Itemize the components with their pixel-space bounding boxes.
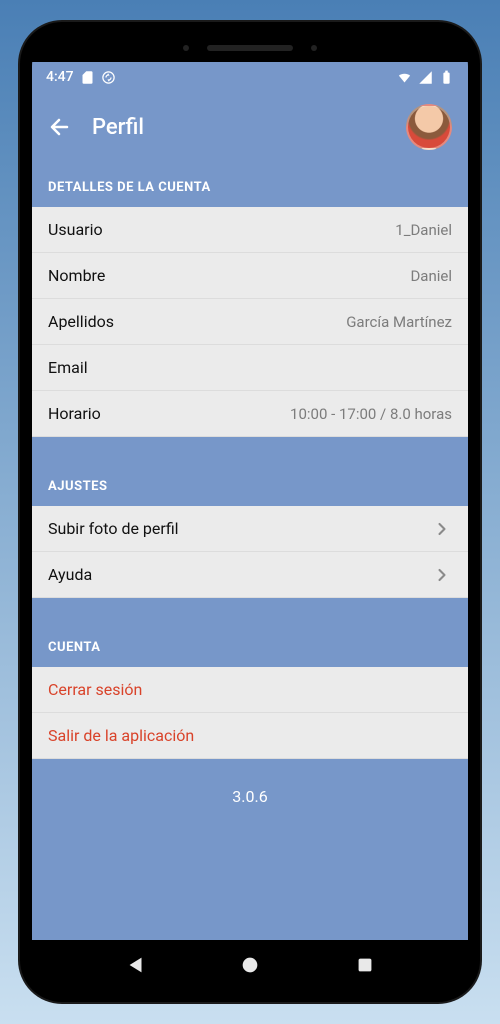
- nav-home-icon[interactable]: [239, 954, 261, 976]
- label-surname: Apellidos: [48, 312, 346, 331]
- row-schedule: Horario 10:00 - 17:00 / 8.0 horas: [32, 391, 468, 437]
- label-user: Usuario: [48, 220, 395, 239]
- row-email: Email: [32, 345, 468, 391]
- value-schedule: 10:00 - 17:00 / 8.0 horas: [290, 405, 452, 423]
- status-time: 4:47: [46, 69, 74, 85]
- section-header-account: CUENTA: [32, 622, 468, 667]
- sd-card-icon: [80, 70, 95, 85]
- status-bar: 4:47: [32, 62, 468, 92]
- row-help[interactable]: Ayuda: [32, 552, 468, 598]
- row-name: Nombre Daniel: [32, 253, 468, 299]
- version-label: 3.0.6: [32, 759, 468, 834]
- sensor-bar: [32, 34, 468, 62]
- back-arrow-icon[interactable]: [48, 115, 72, 139]
- label-help: Ayuda: [48, 565, 432, 584]
- label-logout: Cerrar sesión: [48, 680, 452, 699]
- row-exit[interactable]: Salir de la aplicación: [32, 713, 468, 759]
- phone-inner: 4:47 Perfil DETALLES DE LA CUENTA: [32, 34, 468, 990]
- section-header-settings: AJUSTES: [32, 461, 468, 506]
- avatar[interactable]: [406, 104, 452, 150]
- section-header-details: DETALLES DE LA CUENTA: [32, 162, 468, 207]
- nav-recent-icon[interactable]: [354, 954, 376, 976]
- row-user: Usuario 1_Daniel: [32, 207, 468, 253]
- screen: 4:47 Perfil DETALLES DE LA CUENTA: [32, 62, 468, 940]
- row-surname: Apellidos García Martínez: [32, 299, 468, 345]
- chevron-right-icon: [432, 565, 452, 585]
- content: DETALLES DE LA CUENTA Usuario 1_Daniel N…: [32, 162, 468, 940]
- phone-frame: 4:47 Perfil DETALLES DE LA CUENTA: [20, 22, 480, 1002]
- app-bar: Perfil: [32, 92, 468, 162]
- label-schedule: Horario: [48, 404, 290, 423]
- label-email: Email: [48, 358, 452, 377]
- wifi-icon: [397, 70, 412, 85]
- nav-back-icon[interactable]: [125, 954, 147, 976]
- android-nav-bar: [32, 940, 468, 990]
- chevron-right-icon: [432, 519, 452, 539]
- sync-icon: [101, 70, 116, 85]
- label-name: Nombre: [48, 266, 410, 285]
- battery-icon: [439, 70, 454, 85]
- value-surname: García Martínez: [346, 313, 452, 331]
- signal-icon: [418, 70, 433, 85]
- page-title: Perfil: [92, 115, 386, 140]
- label-upload-photo: Subir foto de perfil: [48, 519, 432, 538]
- value-user: 1_Daniel: [395, 221, 452, 239]
- row-upload-photo[interactable]: Subir foto de perfil: [32, 506, 468, 552]
- value-name: Daniel: [410, 267, 452, 285]
- label-exit: Salir de la aplicación: [48, 726, 452, 745]
- row-logout[interactable]: Cerrar sesión: [32, 667, 468, 713]
